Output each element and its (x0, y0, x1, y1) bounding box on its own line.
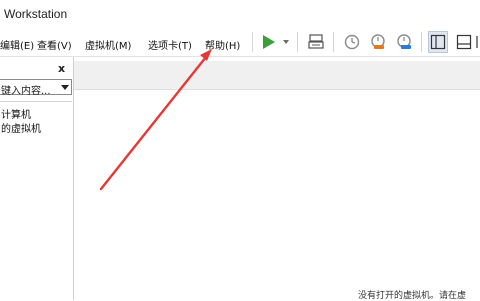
library-panel: x 键入内容... 计算机 的虚拟机 (0, 57, 74, 300)
menu-tabs[interactable]: 选项卡(T) (148, 37, 192, 52)
snapshot-icon (344, 34, 360, 50)
toolbar-separator (297, 32, 298, 52)
fullscreen-icon (476, 36, 478, 48)
snapshot-manager-icon (397, 34, 411, 49)
toolbar-separator (252, 32, 253, 52)
send-keys-icon (308, 34, 324, 49)
send-keys-button[interactable] (306, 31, 326, 53)
tab-strip (74, 61, 480, 90)
tree-item-shared-vms[interactable]: 的虚拟机 (1, 120, 41, 135)
fullscreen-button[interactable] (476, 31, 480, 53)
snapshot-revert-icon (371, 34, 385, 49)
status-message: 没有打开的虚拟机。请在虚 (358, 291, 467, 301)
play-button[interactable] (259, 31, 291, 53)
window-title: Workstation (4, 7, 68, 21)
tree-item-my-computer[interactable]: 计算机 (1, 106, 31, 121)
menu-view[interactable]: 查看(V) (37, 37, 72, 52)
sidebar-view-icon (430, 34, 446, 50)
snapshot-revert-button[interactable] (368, 31, 388, 53)
main-area (74, 57, 480, 300)
menu-vm[interactable]: 虚拟机(M) (85, 37, 131, 52)
menu-help[interactable]: 帮助(H) (205, 37, 240, 52)
menu-edit[interactable]: 编辑(E) (0, 37, 34, 52)
library-search-input[interactable]: 键入内容... (0, 79, 72, 97)
thumbnail-view-icon (456, 34, 472, 50)
snapshot-manager-button[interactable] (394, 31, 414, 53)
title-bar: Workstation (0, 0, 480, 28)
thumbnail-view-button[interactable] (454, 31, 474, 53)
library-tree: 计算机 的虚拟机 (0, 101, 72, 301)
library-close-button[interactable]: x (58, 62, 65, 75)
chevron-down-icon[interactable] (61, 85, 69, 90)
toolbar-separator (333, 32, 334, 52)
play-icon (263, 35, 289, 49)
snapshot-button[interactable] (342, 31, 362, 53)
library-search-placeholder: 键入内容... (1, 86, 51, 97)
toolbar-separator (421, 32, 422, 52)
sidebar-view-button[interactable] (428, 31, 448, 53)
